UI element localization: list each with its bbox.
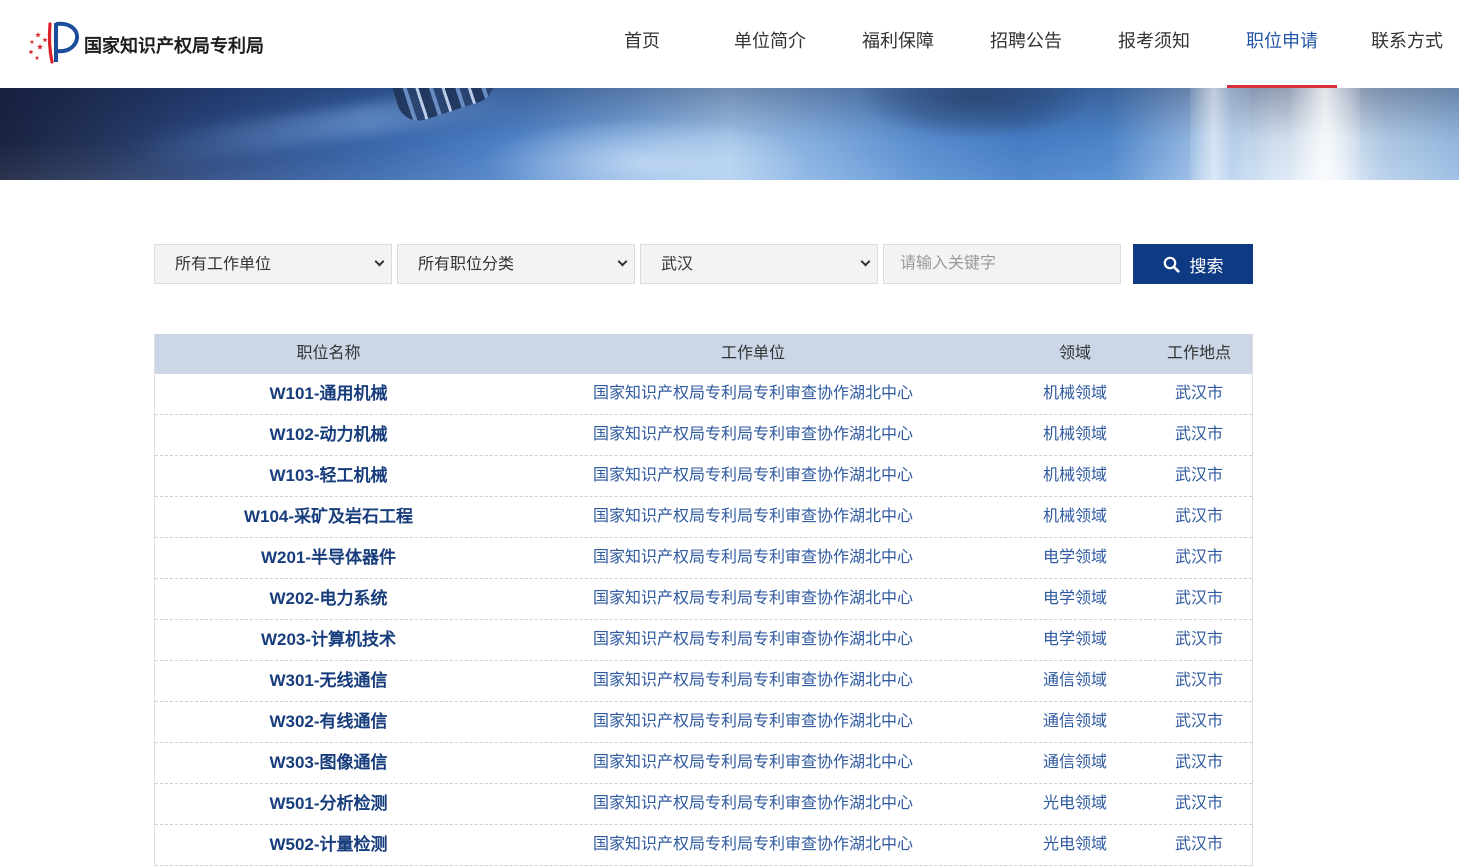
cell-work-unit: 国家知识产权局专利局专利审查协作湖北中心 (592, 549, 913, 566)
cell-location: 武汉市 (1174, 713, 1223, 730)
position-name-link[interactable]: W102-动力机械 (155, 415, 502, 455)
cell-field: 通信领域 (1042, 713, 1107, 730)
table-row: W502-计量检测 国家知识产权局专利局专利审查协作湖北中心 光电领域 武汉市 (155, 825, 1252, 866)
position-category-select[interactable]: 所有职位分类 (397, 244, 635, 284)
table-row: W202-电力系统 国家知识产权局专利局专利审查协作湖北中心 电学领域 武汉市 (155, 579, 1252, 620)
cell-work-unit: 国家知识产权局专利局专利审查协作湖北中心 (592, 426, 913, 443)
position-name-link[interactable]: W302-有线通信 (155, 702, 502, 742)
column-header-field: 领域 (1058, 345, 1091, 362)
position-name-link[interactable]: W202-电力系统 (155, 579, 502, 619)
cell-work-unit: 国家知识产权局专利局专利审查协作湖北中心 (592, 508, 913, 525)
table-row: W203-计算机技术 国家知识产权局专利局专利审查协作湖北中心 电学领域 武汉市 (155, 620, 1252, 661)
cell-location: 武汉市 (1174, 385, 1223, 402)
cell-field: 电学领域 (1042, 590, 1107, 607)
table-row: W104-采矿及岩石工程 国家知识产权局专利局专利审查协作湖北中心 机械领域 武汉市 (155, 497, 1252, 538)
position-name-link[interactable]: W301-无线通信 (155, 661, 502, 701)
banner-glass-shape (1290, 88, 1360, 180)
cell-location: 武汉市 (1174, 426, 1223, 443)
position-name-link[interactable]: W103-轻工机械 (155, 456, 502, 496)
cnipa-logo-icon[interactable] (26, 18, 82, 64)
site-header: 国家知识产权局专利局 首页 单位简介 福利保障 招聘公告 报考须知 职位申请 联… (0, 0, 1459, 88)
cell-location: 武汉市 (1174, 795, 1223, 812)
column-header-position-name: 职位名称 (296, 345, 361, 362)
keyword-search-input[interactable] (883, 244, 1121, 284)
nav-item-position-application[interactable]: 职位申请 (1227, 0, 1337, 88)
table-row: W303-图像通信 国家知识产权局专利局专利审查协作湖北中心 通信领域 武汉市 (155, 743, 1252, 784)
cell-location: 武汉市 (1174, 549, 1223, 566)
cell-work-unit: 国家知识产权局专利局专利审查协作湖北中心 (592, 754, 913, 771)
cell-field: 机械领域 (1042, 426, 1107, 443)
nav-item-recruitment-notice[interactable]: 招聘公告 (971, 0, 1081, 88)
header-banner (0, 88, 1459, 180)
location-select-wrapper: 武汉 (640, 244, 878, 284)
table-body: W101-通用机械 国家知识产权局专利局专利审查协作湖北中心 机械领域 武汉市 W102… (155, 374, 1252, 866)
nav-item-contact[interactable]: 联系方式 (1355, 0, 1459, 88)
cell-field: 光电领域 (1042, 795, 1107, 812)
banner-glass-shape (1190, 88, 1250, 180)
cell-work-unit: 国家知识产权局专利局专利审查协作湖北中心 (592, 385, 913, 402)
location-select[interactable]: 武汉 (640, 244, 878, 284)
cell-work-unit: 国家知识产权局专利局专利审查协作湖北中心 (592, 795, 913, 812)
banner-glare (480, 118, 810, 180)
cell-work-unit: 国家知识产权局专利局专利审查协作湖北中心 (592, 836, 913, 853)
cell-location: 武汉市 (1174, 754, 1223, 771)
work-unit-select[interactable]: 所有工作单位 (154, 244, 392, 284)
position-name-link[interactable]: W501-分析检测 (155, 784, 502, 824)
main-nav: 首页 单位简介 福利保障 招聘公告 报考须知 职位申请 联系方式 (587, 0, 1459, 88)
nav-item-about[interactable]: 单位简介 (715, 0, 825, 88)
position-name-link[interactable]: W203-计算机技术 (155, 620, 502, 660)
cell-work-unit: 国家知识产权局专利局专利审查协作湖北中心 (592, 713, 913, 730)
nav-item-exam-guide[interactable]: 报考须知 (1099, 0, 1209, 88)
positions-table: 职位名称 工作单位 领域 工作地点 W101-通用机械国家知识产权局专利局专利审… (154, 334, 1253, 866)
page: 国家知识产权局专利局 首页 单位简介 福利保障 招聘公告 报考须知 职位申请 联… (0, 0, 1459, 866)
table-row: W103-轻工机械 国家知识产权局专利局专利审查协作湖北中心 机械领域 武汉市 (155, 456, 1252, 497)
cell-field: 电学领域 (1042, 631, 1107, 648)
site-logo-text[interactable]: 国家知识产权局专利局 (84, 34, 264, 58)
search-button[interactable]: 搜索 (1133, 244, 1253, 284)
cell-field: 电学领域 (1042, 549, 1107, 566)
cell-location: 武汉市 (1174, 467, 1223, 484)
search-bar: 所有工作单位 所有职位分类 武汉 搜索 (154, 244, 1253, 284)
position-name-link[interactable]: W502-计量检测 (155, 825, 502, 865)
category-select-wrapper: 所有职位分类 (397, 244, 635, 284)
cell-location: 武汉市 (1174, 672, 1223, 689)
table-row: W302-有线通信 国家知识产权局专利局专利审查协作湖北中心 通信领域 武汉市 (155, 702, 1252, 743)
cell-location: 武汉市 (1174, 836, 1223, 853)
table-row: W301-无线通信 国家知识产权局专利局专利审查协作湖北中心 通信领域 武汉市 (155, 661, 1252, 702)
position-name-link[interactable]: W303-图像通信 (155, 743, 502, 783)
nav-item-home[interactable]: 首页 (587, 0, 697, 88)
position-name-link[interactable]: W201-半导体器件 (155, 538, 502, 578)
column-header-location: 工作地点 (1166, 345, 1231, 362)
table-row: W102-动力机械 国家知识产权局专利局专利审查协作湖北中心 机械领域 武汉市 (155, 415, 1252, 456)
cell-work-unit: 国家知识产权局专利局专利审查协作湖北中心 (592, 672, 913, 689)
cell-work-unit: 国家知识产权局专利局专利审查协作湖北中心 (592, 467, 913, 484)
cell-field: 机械领域 (1042, 508, 1107, 525)
banner-hand-shape (860, 88, 1090, 138)
cell-field: 通信领域 (1042, 672, 1107, 689)
table-row: W101-通用机械 国家知识产权局专利局专利审查协作湖北中心 机械领域 武汉市 (155, 374, 1252, 415)
table-row: W201-半导体器件 国家知识产权局专利局专利审查协作湖北中心 电学领域 武汉市 (155, 538, 1252, 579)
table-row: W501-分析检测 国家知识产权局专利局专利审查协作湖北中心 光电领域 武汉市 (155, 784, 1252, 825)
nav-item-benefits[interactable]: 福利保障 (843, 0, 953, 88)
cell-field: 光电领域 (1042, 836, 1107, 853)
cell-work-unit: 国家知识产权局专利局专利审查协作湖北中心 (592, 631, 913, 648)
cell-field: 机械领域 (1042, 467, 1107, 484)
cell-field: 通信领域 (1042, 754, 1107, 771)
cell-field: 机械领域 (1042, 385, 1107, 402)
cell-location: 武汉市 (1174, 508, 1223, 525)
unit-select-wrapper: 所有工作单位 (154, 244, 392, 284)
column-header-work-unit: 工作单位 (720, 345, 785, 362)
search-icon (1163, 256, 1180, 273)
cell-work-unit: 国家知识产权局专利局专利审查协作湖北中心 (592, 590, 913, 607)
cell-location: 武汉市 (1174, 590, 1223, 607)
position-name-link[interactable]: W101-通用机械 (155, 374, 502, 414)
position-name-link[interactable]: W104-采矿及岩石工程 (155, 497, 502, 537)
table-header-row: 职位名称 工作单位 领域 工作地点 (155, 334, 1252, 374)
cell-location: 武汉市 (1174, 631, 1223, 648)
search-button-label: 搜索 (1189, 256, 1224, 276)
